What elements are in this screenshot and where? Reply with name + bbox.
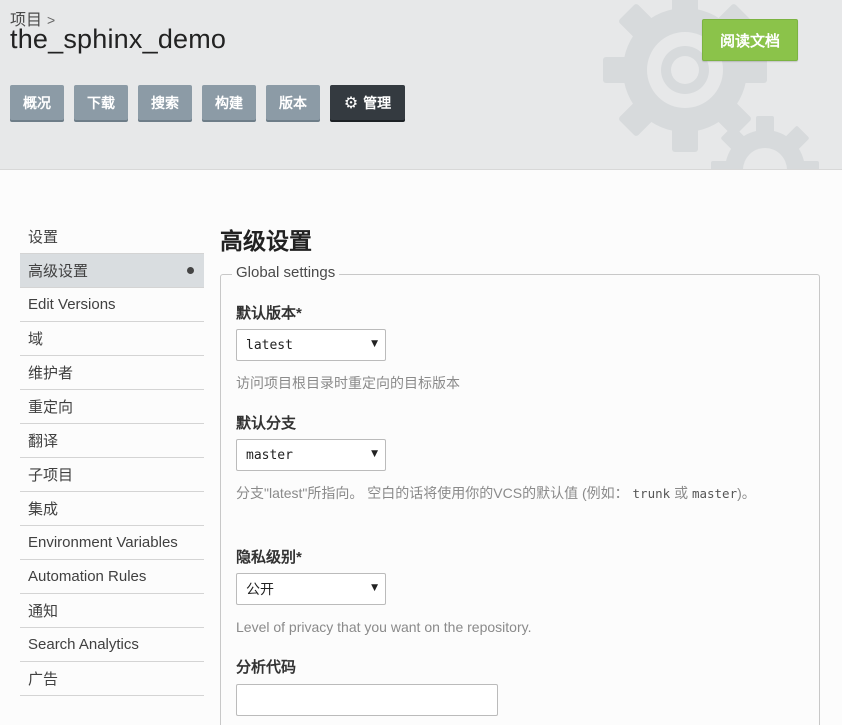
default-version-select[interactable]: latest ▼: [236, 329, 386, 361]
sidebar-item-label: 翻译: [28, 433, 59, 450]
tab-downloads[interactable]: 下载: [74, 85, 128, 120]
privacy-level-label: 隐私级别*: [236, 549, 302, 566]
tab-builds[interactable]: 构建: [202, 85, 256, 120]
read-docs-button[interactable]: 阅读文档: [702, 19, 798, 61]
sidebar-item-label: 重定向: [28, 399, 74, 416]
tab-search[interactable]: 搜索: [138, 85, 192, 120]
sidebar-item-label: Environment Variables: [28, 534, 178, 551]
dropdown-caret-icon: ▼: [371, 583, 378, 593]
sidebar-item-label: 通知: [28, 603, 59, 620]
sidebar-item-automation-rules[interactable]: Automation Rules: [20, 560, 204, 594]
sidebar-item-subprojects[interactable]: 子项目: [20, 458, 204, 492]
tab-label: 构建: [215, 94, 243, 111]
sidebar-item-label: Edit Versions: [28, 296, 116, 313]
tab-versions[interactable]: 版本: [266, 85, 320, 120]
default-branch-label: 默认分支: [236, 415, 297, 432]
admin-sidebar: 设置 高级设置 Edit Versions 域 维护者 重定向 翻译 子项目 集…: [20, 220, 204, 696]
tab-label: 下载: [87, 94, 115, 111]
analytics-code-label: 分析代码: [236, 659, 297, 676]
tab-label: 管理: [363, 94, 392, 111]
fieldset-legend: Global settings: [232, 264, 340, 281]
sidebar-item-label: 域: [28, 331, 44, 348]
sidebar-item-label: 设置: [28, 229, 59, 246]
sidebar-item-domains[interactable]: 域: [20, 322, 204, 356]
default-version-help: 访问项目根目录时重定向的目标版本: [236, 375, 460, 391]
tab-admin[interactable]: ⚙ 管理: [330, 85, 405, 120]
dropdown-caret-icon: ▼: [371, 449, 378, 459]
project-header: 项目 > the_sphinx_demo 阅读文档 概况 下载 搜索 构建 版本 …: [0, 0, 842, 170]
project-tabs: 概况 下载 搜索 构建 版本 ⚙ 管理: [10, 85, 415, 120]
sidebar-item-redirects[interactable]: 重定向: [20, 390, 204, 424]
help-text: 或: [674, 485, 689, 501]
sidebar-item-label: 子项目: [28, 467, 74, 484]
sidebar-item-integrations[interactable]: 集成: [20, 492, 204, 526]
tab-overview[interactable]: 概况: [10, 85, 64, 120]
sidebar-item-label: 维护者: [28, 365, 74, 382]
page-title: 高级设置: [220, 228, 312, 254]
gear-icon: ⚙: [343, 94, 359, 112]
sidebar-item-edit-versions[interactable]: Edit Versions: [20, 288, 204, 322]
sidebar-item-label: Automation Rules: [28, 568, 147, 585]
dropdown-caret-icon: ▼: [371, 339, 378, 349]
sidebar-item-advertising[interactable]: 广告: [20, 662, 204, 696]
help-text: )。: [737, 485, 756, 501]
privacy-level-value: 公开: [246, 581, 274, 597]
tab-label: 版本: [279, 94, 307, 111]
sidebar-item-maintainers[interactable]: 维护者: [20, 356, 204, 390]
tab-label: 搜索: [151, 94, 179, 111]
sidebar-item-translations[interactable]: 翻译: [20, 424, 204, 458]
sidebar-item-label: Search Analytics: [28, 636, 139, 653]
default-branch-help: 分支"latest"所指向。 空白的话将使用你的VCS的默认值 (例如： tru…: [236, 481, 796, 506]
sidebar-item-advanced-settings[interactable]: 高级设置: [20, 254, 204, 288]
help-code-master: master: [691, 486, 738, 501]
privacy-level-help: Level of privacy that you want on the re…: [236, 619, 532, 635]
tab-label: 概况: [23, 94, 51, 111]
sidebar-item-label: 高级设置: [28, 263, 89, 280]
sidebar-item-label: 集成: [28, 501, 59, 518]
sidebar-item-label: 广告: [28, 671, 59, 688]
sidebar-item-settings[interactable]: 设置: [20, 220, 204, 254]
default-version-label: 默认版本*: [236, 305, 302, 322]
sidebar-item-search-analytics[interactable]: Search Analytics: [20, 628, 204, 662]
active-indicator-icon: [187, 267, 194, 274]
help-code-trunk: trunk: [632, 486, 671, 501]
help-text: 分支"latest"所指向。 空白的话将使用你的VCS的默认值 (例如：: [236, 485, 629, 501]
analytics-code-input[interactable]: [236, 684, 498, 716]
default-version-value: latest: [246, 337, 293, 353]
default-branch-select[interactable]: master ▼: [236, 439, 386, 471]
default-branch-value: master: [246, 447, 293, 463]
sidebar-item-environment-variables[interactable]: Environment Variables: [20, 526, 204, 560]
privacy-level-select[interactable]: 公开 ▼: [236, 573, 386, 605]
sidebar-item-notifications[interactable]: 通知: [20, 594, 204, 628]
project-title[interactable]: the_sphinx_demo: [10, 24, 226, 55]
